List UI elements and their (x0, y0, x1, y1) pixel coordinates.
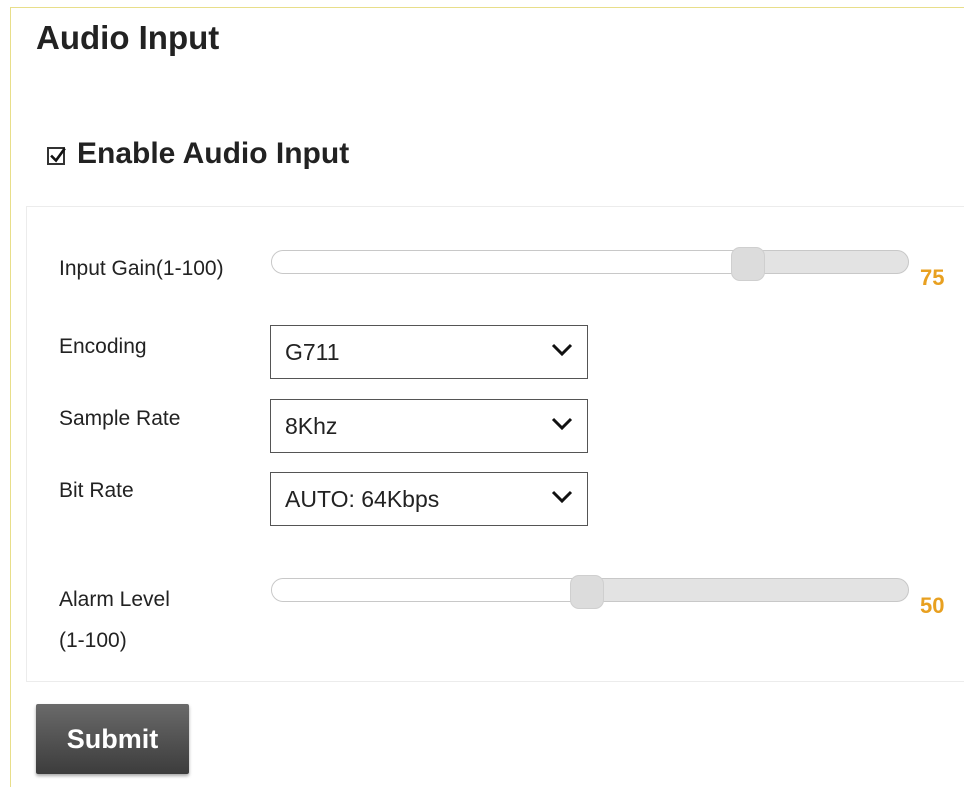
sample-rate-label: Sample Rate (59, 407, 181, 430)
input-gain-label: Input Gain(1-100) (59, 257, 224, 280)
enable-audio-input-checkbox[interactable] (47, 147, 66, 165)
input-gain-slider[interactable] (271, 250, 909, 274)
sample-rate-selected-value: 8Khz (285, 412, 338, 439)
input-gain-value: 75 (920, 265, 945, 290)
audio-settings-panel: Input Gain(1-100) 75 Encoding G711 Sampl… (26, 206, 964, 682)
frame-left-border (10, 7, 11, 787)
audio-input-page: Audio Input Enable Audio Input Input Gai… (0, 0, 964, 787)
alarm-level-slider[interactable] (271, 578, 909, 602)
alarm-level-slider-fill (272, 579, 587, 601)
alarm-level-value: 50 (920, 593, 945, 618)
encoding-label: Encoding (59, 335, 147, 358)
encoding-select[interactable]: G711 (270, 325, 588, 379)
frame-top-border (10, 7, 964, 8)
encoding-selected-value: G711 (285, 338, 340, 365)
sample-rate-select[interactable]: 8Khz (270, 399, 588, 453)
bit-rate-selected-value: AUTO: 64Kbps (285, 485, 440, 512)
submit-button[interactable]: Submit (36, 704, 189, 774)
chevron-down-icon (551, 417, 573, 431)
alarm-level-range-label: (1-100) (59, 629, 127, 652)
bit-rate-select[interactable]: AUTO: 64Kbps (270, 472, 588, 526)
checkmark-icon (50, 147, 66, 163)
enable-audio-input-row[interactable]: Enable Audio Input (47, 132, 349, 176)
bit-rate-label: Bit Rate (59, 479, 134, 502)
chevron-down-icon (551, 343, 573, 357)
page-title: Audio Input (36, 19, 220, 56)
input-gain-slider-fill (272, 251, 748, 273)
chevron-down-icon (551, 490, 573, 504)
alarm-level-label: Alarm Level (59, 588, 170, 611)
enable-audio-input-label: Enable Audio Input (77, 137, 350, 170)
